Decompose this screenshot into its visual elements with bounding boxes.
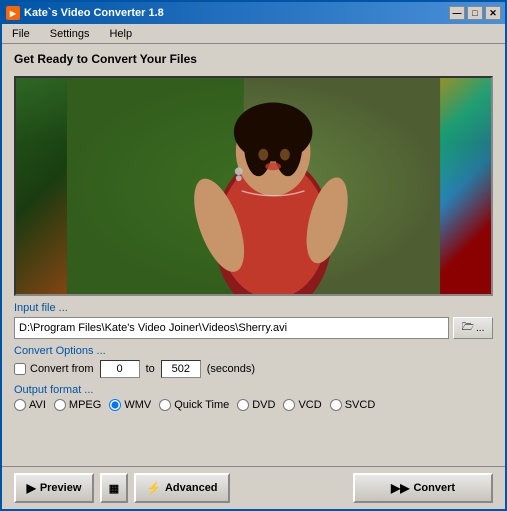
preview-button[interactable]: ▶ Preview	[14, 473, 94, 503]
format-avi[interactable]: AVI	[14, 399, 46, 411]
format-dvd[interactable]: DVD	[237, 399, 275, 411]
format-mpeg-radio[interactable]	[54, 399, 66, 411]
convert-from-text: Convert from	[30, 363, 94, 375]
title-bar-left: ▶ Kate`s Video Converter 1.8	[6, 6, 164, 20]
format-mpeg[interactable]: MPEG	[54, 399, 101, 411]
convert-label: Convert	[413, 482, 455, 494]
seconds-label: (seconds)	[207, 363, 255, 375]
convert-from-value[interactable]	[100, 360, 140, 378]
file-path-input[interactable]	[14, 317, 449, 339]
output-format-label: Output format ...	[14, 384, 493, 396]
main-window: ▶ Kate`s Video Converter 1.8 — □ ✕ File …	[0, 0, 507, 511]
grid-view-button[interactable]: ▦	[100, 473, 128, 503]
window-title: Kate`s Video Converter 1.8	[24, 7, 164, 19]
browse-button[interactable]: 🗁 ...	[453, 317, 493, 339]
maximize-button[interactable]: □	[467, 6, 483, 20]
convert-to-value[interactable]	[161, 360, 201, 378]
advanced-icon: ⚡	[146, 481, 161, 495]
format-quicktime-radio[interactable]	[159, 399, 171, 411]
menu-bar: File Settings Help	[2, 24, 505, 44]
format-dvd-radio[interactable]	[237, 399, 249, 411]
format-quicktime[interactable]: Quick Time	[159, 399, 229, 411]
app-icon: ▶	[6, 6, 20, 20]
preview-label: Preview	[40, 482, 82, 494]
format-vcd[interactable]: VCD	[283, 399, 321, 411]
menu-file[interactable]: File	[6, 27, 36, 41]
minimize-button[interactable]: —	[449, 6, 465, 20]
format-radio-row: AVI MPEG WMV Quick Time DVD	[14, 399, 493, 411]
grid-icon: ▦	[109, 482, 119, 495]
convert-icon: ▶▶	[391, 481, 409, 495]
output-format-section: Output format ... AVI MPEG WMV Quick Tim…	[14, 384, 493, 411]
format-svcd-radio[interactable]	[330, 399, 342, 411]
format-wmv[interactable]: WMV	[109, 399, 151, 411]
to-separator: to	[146, 363, 155, 375]
convert-from-checkbox[interactable]	[14, 363, 26, 375]
input-file-row: 🗁 ...	[14, 317, 493, 339]
main-content: Get Ready to Convert Your Files	[2, 44, 505, 466]
video-image	[16, 78, 491, 294]
close-button[interactable]: ✕	[485, 6, 501, 20]
format-vcd-radio[interactable]	[283, 399, 295, 411]
video-content-svg	[16, 78, 491, 294]
menu-help[interactable]: Help	[103, 27, 138, 41]
convert-options-section: Convert Options ... Convert from to (sec…	[14, 345, 493, 378]
advanced-label: Advanced	[165, 482, 218, 494]
menu-settings[interactable]: Settings	[44, 27, 96, 41]
video-preview	[14, 76, 493, 296]
convert-range-row: Convert from to (seconds)	[14, 360, 493, 378]
format-wmv-radio[interactable]	[109, 399, 121, 411]
format-svcd[interactable]: SVCD	[330, 399, 376, 411]
input-file-section: Input file ... 🗁 ...	[14, 302, 493, 339]
title-controls: — □ ✕	[449, 6, 501, 20]
folder-icon: 🗁	[462, 320, 474, 337]
page-title: Get Ready to Convert Your Files	[14, 52, 493, 66]
format-avi-radio[interactable]	[14, 399, 26, 411]
convert-options-label: Convert Options ...	[14, 345, 493, 357]
input-file-label: Input file ...	[14, 302, 493, 314]
preview-icon: ▶	[27, 481, 36, 495]
title-bar: ▶ Kate`s Video Converter 1.8 — □ ✕	[2, 2, 505, 24]
convert-button[interactable]: ▶▶ Convert	[353, 473, 493, 503]
bottom-bar: ▶ Preview ▦ ⚡ Advanced ▶▶ Convert	[2, 466, 505, 509]
convert-from-checkbox-label[interactable]: Convert from	[14, 363, 94, 375]
advanced-button[interactable]: ⚡ Advanced	[134, 473, 230, 503]
